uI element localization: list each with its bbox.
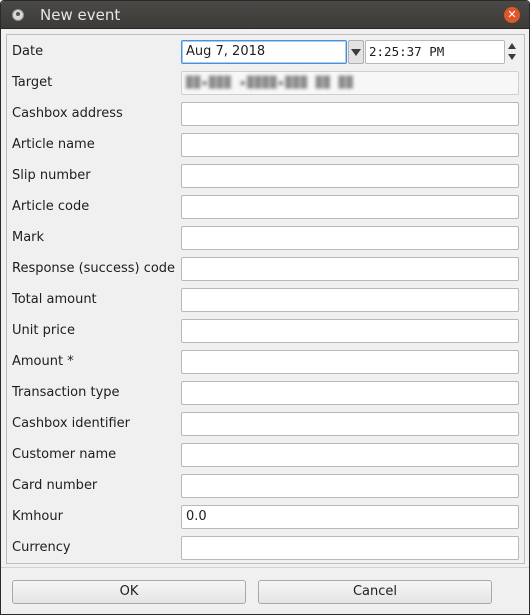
amount-label: Amount * [12, 354, 74, 369]
mark-label: Mark [12, 230, 45, 245]
card-number-input[interactable] [181, 474, 519, 498]
row-mark: Mark [7, 223, 524, 254]
card-number-label: Card number [12, 478, 98, 493]
row-amount: Amount * [7, 347, 524, 378]
row-total-amount: Total amount [7, 285, 524, 316]
row-date: Date Aug 7, 2018 2:25:37 PM [7, 37, 524, 68]
date-dropdown-icon[interactable] [348, 40, 364, 64]
event-form: Date Aug 7, 2018 2:25:37 PM Target ██▪██… [6, 34, 525, 564]
response-success-code-label: Response (success) code [12, 261, 176, 276]
row-unit-price: Unit price [7, 316, 524, 347]
total-amount-input[interactable] [181, 288, 519, 312]
row-cashbox-address: Cashbox address [7, 99, 524, 130]
cashbox-identifier-label: Cashbox identifier [12, 416, 131, 431]
currency-input[interactable] [181, 536, 519, 560]
kmhour-input[interactable]: 0.0 [181, 505, 519, 529]
row-card-number: Card number [7, 471, 524, 502]
transaction-type-input[interactable] [181, 381, 519, 405]
row-target: Target ██▪███ ▪████▪███ ██ ██ [7, 68, 524, 99]
unit-price-label: Unit price [12, 323, 75, 338]
article-name-input[interactable] [181, 133, 519, 157]
spin-up-icon[interactable] [508, 43, 516, 49]
response-success-code-input[interactable] [181, 257, 519, 281]
row-transaction-type: Transaction type [7, 378, 524, 409]
unit-price-input[interactable] [181, 319, 519, 343]
close-icon[interactable]: ✕ [504, 7, 520, 23]
row-customer-name: Customer name [7, 440, 524, 471]
button-separator [1, 567, 529, 568]
article-code-label: Article code [12, 199, 90, 214]
window-title: New event [40, 6, 121, 24]
slip-number-input[interactable] [181, 164, 519, 188]
row-article-name: Article name [7, 130, 524, 161]
article-code-input[interactable] [181, 195, 519, 219]
row-response-success-code: Response (success) code [7, 254, 524, 285]
target-label: Target [12, 75, 53, 90]
article-name-label: Article name [12, 137, 95, 152]
ok-button[interactable]: OK [12, 580, 246, 604]
slip-number-label: Slip number [12, 168, 91, 183]
target-field: ██▪███ ▪████▪███ ██ ██ [181, 71, 519, 95]
time-input[interactable]: 2:25:37 PM [365, 40, 505, 64]
time-spinner[interactable] [506, 40, 520, 64]
app-icon [12, 9, 24, 21]
row-kmhour: Kmhour 0.0 [7, 502, 524, 533]
kmhour-label: Kmhour [12, 509, 63, 524]
row-slip-number: Slip number [7, 161, 524, 192]
new-event-dialog: New event ✕ Date Aug 7, 2018 2:25:37 PM … [0, 0, 530, 615]
date-label: Date [12, 44, 44, 59]
row-cashbox-identifier: Cashbox identifier [7, 409, 524, 440]
title-bar[interactable]: New event ✕ [1, 1, 529, 29]
mark-input[interactable] [181, 226, 519, 250]
cashbox-identifier-input[interactable] [181, 412, 519, 436]
row-article-code: Article code [7, 192, 524, 223]
customer-name-label: Customer name [12, 447, 117, 462]
customer-name-input[interactable] [181, 443, 519, 467]
date-input[interactable]: Aug 7, 2018 [181, 40, 347, 64]
transaction-type-label: Transaction type [12, 385, 120, 400]
row-currency: Currency [7, 533, 524, 564]
cashbox-address-input[interactable] [181, 102, 519, 126]
currency-label: Currency [12, 540, 71, 555]
cashbox-address-label: Cashbox address [12, 106, 123, 121]
amount-input[interactable] [181, 350, 519, 374]
target-value: ██▪███ ▪████▪███ ██ ██ [186, 76, 354, 89]
spin-down-icon[interactable] [508, 54, 516, 60]
cancel-button[interactable]: Cancel [258, 580, 492, 604]
total-amount-label: Total amount [12, 292, 97, 307]
